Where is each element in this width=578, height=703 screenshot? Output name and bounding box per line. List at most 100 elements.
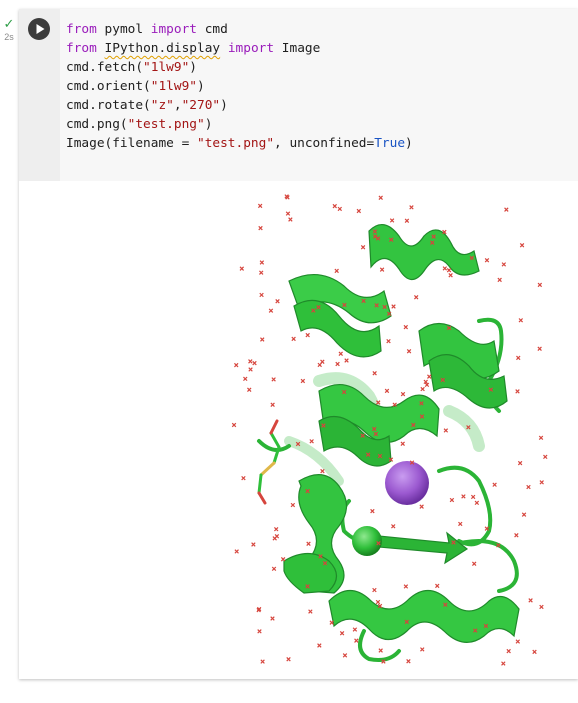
water-cross [271,566,277,572]
code-token: True [374,136,406,151]
code-line[interactable]: cmd.png("test.png") [66,115,413,134]
code-area[interactable]: from pymol import cmd from IPython.displa… [19,9,578,181]
water-cross [338,351,343,356]
water-cross [308,609,313,614]
water-cross [291,336,296,342]
water-cross [443,428,449,433]
code-token: import [227,41,275,56]
water-cross [419,504,424,509]
code-editor[interactable]: from pymol import cmd from IPython.displa… [66,20,413,153]
water-cross [501,262,507,267]
ion-sphere-purple [385,461,429,505]
run-cell-button[interactable] [28,18,50,40]
water-cross [335,361,340,367]
code-token: import [150,22,197,37]
water-cross [306,541,311,546]
code-line[interactable]: from pymol import cmd [66,20,413,39]
water-cross [537,346,542,351]
water-cross [248,367,253,372]
water-cross [309,439,314,444]
water-cross [528,598,533,603]
water-cross [515,639,521,644]
water-cross [526,484,531,490]
water-cross [413,295,419,300]
code-line[interactable]: cmd.orient("1lw9") [66,77,413,96]
water-cross [259,260,265,265]
code-token: , [173,98,182,113]
code-line[interactable]: from IPython.display import Image [66,39,413,58]
water-cross [259,292,264,298]
code-token: "test.png" [127,117,205,132]
water-cross [515,389,520,394]
water-cross [239,266,245,271]
water-cross [391,304,396,309]
water-cross [339,631,345,636]
play-icon [36,24,45,34]
water-cross [257,629,262,634]
execution-duration: 2s [4,32,14,42]
code-token: from [66,22,97,37]
water-cross [290,502,296,508]
water-cross [514,533,519,538]
water-cross [258,225,263,231]
water-cross [386,338,391,344]
water-cross [286,657,291,662]
water-cross [360,245,366,250]
water-cross [389,218,395,223]
water-cross [241,475,246,481]
water-cross [370,508,375,514]
water-cross [420,647,425,652]
water-cross [271,377,276,382]
code-token: Image [274,41,321,56]
cell-output [19,181,578,679]
water-cross [270,616,275,621]
code-token: IPython.display [104,41,221,56]
water-cross [352,627,358,632]
ribbon-helices [283,224,520,643]
code-token: ) [196,79,205,94]
water-cross [378,195,383,200]
code-token: cmd.png( [66,117,128,132]
water-cross [517,460,523,466]
water-cross [461,494,466,499]
code-token: cmd.fetch( [66,60,144,75]
water-cross [320,468,325,474]
water-cross [403,324,409,330]
code-token: from [66,41,97,56]
water-cross [521,512,527,517]
water-cross [334,268,339,274]
water-cross [288,217,293,222]
water-cross [372,371,377,376]
water-cross [372,587,377,593]
water-cross [448,273,453,278]
water-cross [260,659,265,664]
water-cross [501,661,506,666]
water-cross [247,387,252,392]
water-cross [344,358,349,363]
code-line[interactable]: Image(filename = "test.png", unconfined=… [66,134,413,153]
code-cell[interactable]: from pymol import cmd from IPython.displa… [19,9,578,679]
code-token: , unconfined= [274,136,375,151]
code-token: ) [204,117,213,132]
water-cross [268,308,274,313]
water-cross [275,298,280,304]
water-cross [427,374,432,379]
water-cross [516,355,521,361]
code-line[interactable]: cmd.rotate("z","270") [66,96,413,115]
code-line[interactable]: cmd.fetch("1lw9") [66,58,413,77]
water-cross [474,500,480,506]
water-cross [273,526,279,532]
water-cross [231,422,237,428]
code-token: "1lw9" [150,79,197,94]
water-cross [251,542,256,547]
water-cross [342,653,348,658]
water-cross [260,337,265,342]
ligand-sticks [257,419,281,505]
water-cross [506,648,511,654]
code-token: ) [220,98,228,113]
water-cross [400,441,405,447]
water-cross [317,643,322,648]
water-cross [406,659,411,664]
water-cross [406,349,412,354]
